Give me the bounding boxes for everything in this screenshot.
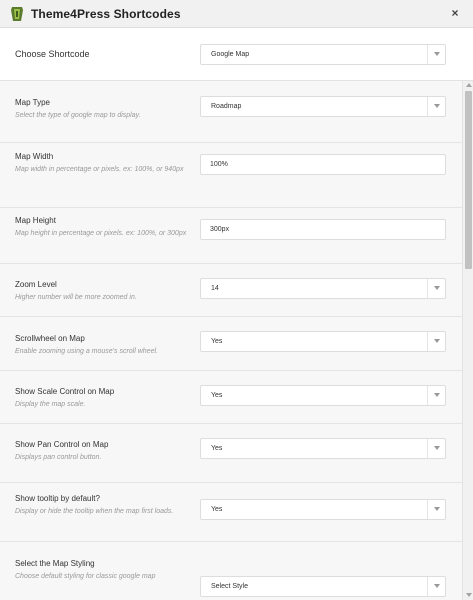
input-value: 300px (210, 226, 230, 233)
select-value: Yes (211, 392, 223, 399)
select-value: Roadmap (211, 103, 242, 110)
select-value: 14 (211, 285, 219, 292)
chevron-down-icon (427, 439, 445, 458)
scrollbar-thumb[interactable] (465, 91, 472, 269)
zoom-level-select[interactable]: 14 (200, 278, 446, 299)
field-description: Enable zooming using a mouse's scroll wh… (15, 348, 158, 355)
scale-control-select[interactable]: Yes (200, 385, 446, 406)
field-label: Show tooltip by default? (15, 494, 100, 503)
chevron-down-icon (427, 386, 445, 405)
field-description: Map width in percentage or pixels. ex: 1… (15, 166, 184, 173)
field-map-width: Map Width Map width in percentage or pix… (0, 143, 462, 208)
field-description: Display the map scale. (15, 401, 86, 408)
field-description: Map height in percentage or pixels. ex: … (15, 230, 187, 237)
choose-shortcode-row: Choose Shortcode Google Map (0, 28, 473, 81)
theme4press-logo-icon (10, 6, 24, 22)
field-label: Scrollwheel on Map (15, 334, 85, 343)
chevron-down-icon (427, 45, 445, 64)
field-pan-control: Show Pan Control on Map Displays pan con… (0, 424, 462, 483)
field-map-styling: Select the Map Styling Choose default st… (0, 542, 462, 600)
chevron-down-icon (427, 500, 445, 519)
field-description: Display or hide the tooltip when the map… (15, 508, 174, 515)
select-value: Yes (211, 445, 223, 452)
field-scrollwheel: Scrollwheel on Map Enable zooming using … (0, 317, 462, 371)
tooltip-select[interactable]: Yes (200, 499, 446, 520)
vertical-scrollbar[interactable] (462, 81, 473, 600)
field-label: Map Width (15, 152, 54, 161)
field-label: Show Pan Control on Map (15, 440, 109, 449)
field-scale-control: Show Scale Control on Map Display the ma… (0, 371, 462, 424)
map-type-select[interactable]: Roadmap (200, 96, 446, 117)
chevron-down-icon (427, 577, 445, 596)
select-value: Yes (211, 506, 223, 513)
field-description: Select the type of google map to display… (15, 112, 141, 119)
field-zoom-level: Zoom Level Higher number will be more zo… (0, 264, 462, 317)
field-label: Zoom Level (15, 280, 57, 289)
field-label: Map Type (15, 98, 50, 107)
field-label: Map Height (15, 216, 56, 225)
field-description: Higher number will be more zoomed in. (15, 294, 137, 301)
chevron-down-icon (427, 279, 445, 298)
shortcode-select[interactable]: Google Map (200, 44, 446, 65)
field-label: Select the Map Styling (15, 559, 95, 568)
options-panel: Map Type Select the type of google map t… (0, 81, 473, 600)
map-width-input[interactable]: 100% (200, 154, 446, 175)
close-icon[interactable]: × (447, 5, 463, 21)
map-height-input[interactable]: 300px (200, 219, 446, 240)
scrollwheel-select[interactable]: Yes (200, 331, 446, 352)
scroll-down-arrow-icon[interactable] (466, 593, 472, 597)
dialog-titlebar: Theme4Press Shortcodes × (0, 0, 473, 28)
field-description: Displays pan control button. (15, 454, 102, 461)
field-label: Show Scale Control on Map (15, 387, 115, 396)
input-value: 100% (210, 161, 228, 168)
map-styling-select[interactable]: Select Style (200, 576, 446, 597)
pan-control-select[interactable]: Yes (200, 438, 446, 459)
select-value: Yes (211, 338, 223, 345)
field-tooltip: Show tooltip by default? Display or hide… (0, 483, 462, 542)
chevron-down-icon (427, 97, 445, 116)
scroll-up-arrow-icon[interactable] (466, 83, 472, 87)
shortcode-select-value: Google Map (211, 51, 250, 58)
choose-shortcode-label: Choose Shortcode (15, 49, 90, 59)
field-map-type: Map Type Select the type of google map t… (0, 81, 462, 143)
dialog-title: Theme4Press Shortcodes (31, 7, 181, 21)
field-description: Choose default styling for classic googl… (15, 573, 156, 580)
chevron-down-icon (427, 332, 445, 351)
select-value: Select Style (211, 583, 248, 590)
field-map-height: Map Height Map height in percentage or p… (0, 208, 462, 264)
